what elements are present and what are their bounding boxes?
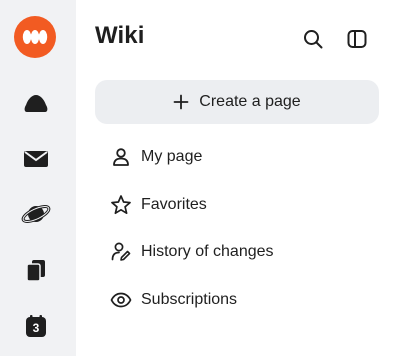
create-page-label: Create a page bbox=[199, 93, 301, 110]
nav-item-history[interactable]: History of changes bbox=[110, 238, 274, 266]
cards-icon[interactable] bbox=[18, 252, 54, 288]
sidebar-toggle-icon[interactable] bbox=[344, 26, 370, 52]
page-title: Wiki bbox=[95, 22, 145, 49]
plus-icon bbox=[173, 94, 189, 110]
user-icon bbox=[110, 146, 132, 168]
nav-item-subscriptions[interactable]: Subscriptions bbox=[110, 286, 237, 314]
planet-icon[interactable] bbox=[18, 196, 54, 232]
calendar-icon[interactable]: 3 bbox=[18, 308, 54, 344]
nav-item-label: History of changes bbox=[141, 243, 274, 260]
calendar-badge: 3 bbox=[32, 321, 40, 335]
create-page-button[interactable]: Create a page bbox=[95, 80, 379, 124]
user-edit-icon bbox=[110, 241, 132, 263]
wiki-panel: Wiki Create a page My page Favorites His… bbox=[76, 0, 393, 356]
nav-item-favorites[interactable]: Favorites bbox=[110, 191, 207, 219]
nav-item-label: My page bbox=[141, 148, 203, 165]
mail-icon[interactable] bbox=[18, 141, 54, 177]
eye-icon bbox=[110, 289, 132, 311]
nav-item-my-page[interactable]: My page bbox=[110, 143, 202, 171]
star-icon bbox=[110, 194, 132, 216]
nav-item-label: Subscriptions bbox=[141, 291, 238, 308]
nav-item-label: Favorites bbox=[141, 196, 207, 213]
cloud-icon[interactable] bbox=[18, 86, 54, 122]
logo-icon[interactable] bbox=[14, 16, 56, 58]
app-rail: 3 bbox=[0, 0, 76, 356]
search-icon[interactable] bbox=[300, 26, 326, 52]
